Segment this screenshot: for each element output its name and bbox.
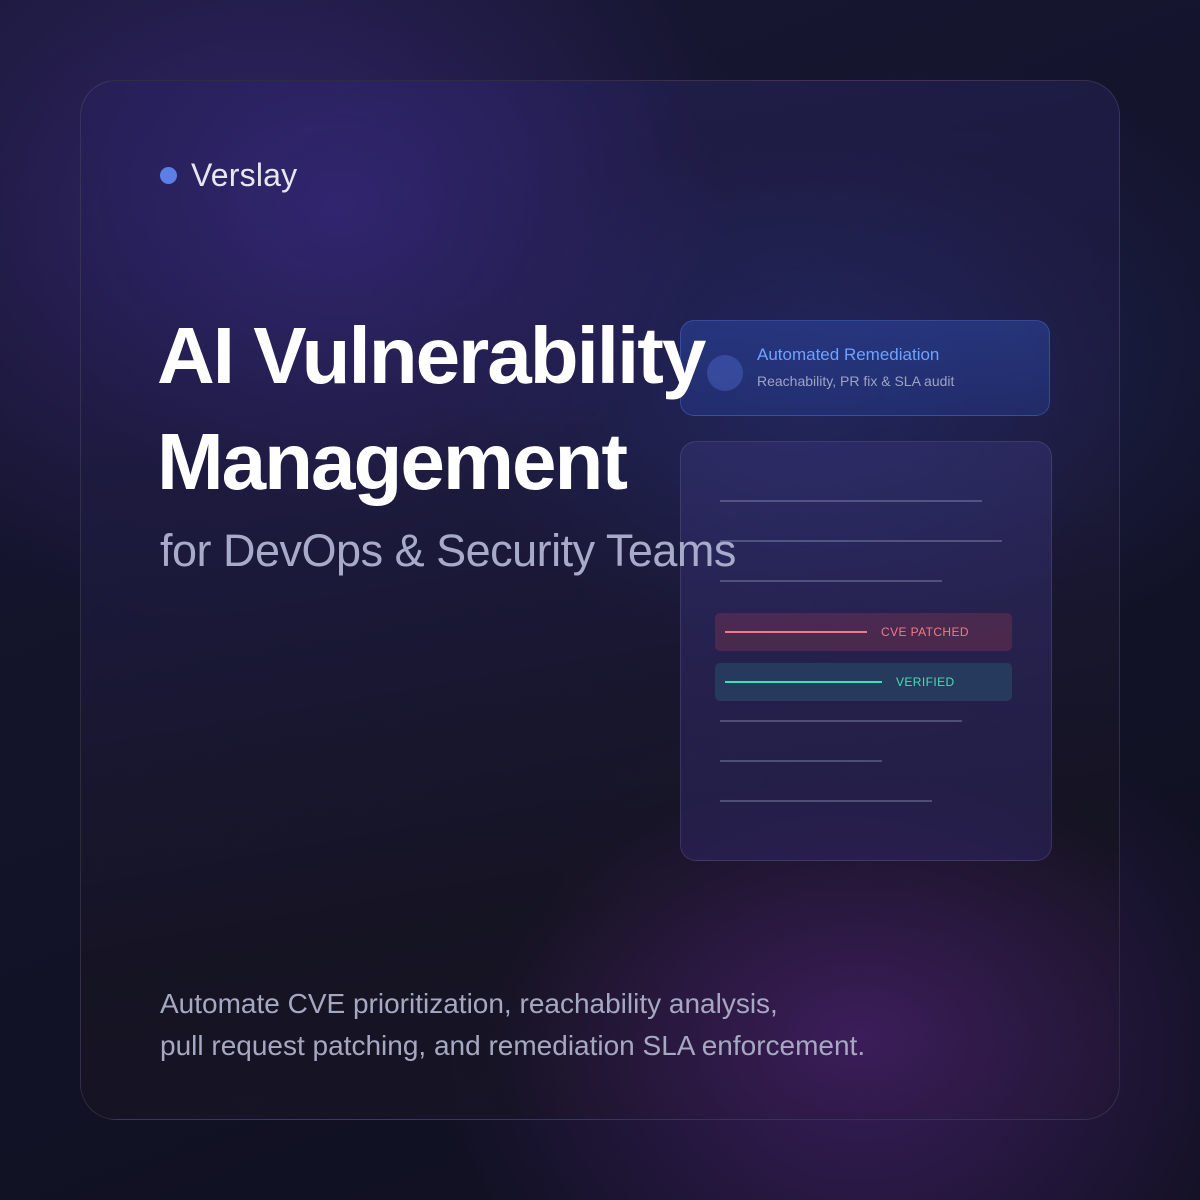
- document-panel: CVE PATCHED VERIFIED: [680, 441, 1052, 861]
- document-line: [720, 500, 982, 502]
- headline: AI Vulnerability Management: [157, 303, 706, 515]
- subheadline: for DevOps & Security Teams: [160, 525, 736, 576]
- document-line: [720, 720, 962, 722]
- brand: Verslay: [160, 157, 297, 194]
- remediation-description: Reachability, PR fix & SLA audit: [757, 373, 955, 389]
- headline-line-2: Management: [157, 417, 628, 506]
- status-label-cve-patched: CVE PATCHED: [881, 625, 969, 639]
- status-line: [725, 681, 882, 683]
- remediation-orb-icon: [707, 355, 743, 391]
- headline-line-1: AI Vulnerability: [157, 311, 706, 400]
- hero-card: Verslay AI Vulnerability Management for …: [80, 80, 1120, 1120]
- document-line: [720, 800, 932, 802]
- remediation-title: Automated Remediation: [757, 345, 940, 364]
- description-line-2: pull request patching, and remediation S…: [160, 1030, 866, 1061]
- document-line: [720, 540, 1002, 542]
- description-line-1: Automate CVE prioritization, reachabilit…: [160, 988, 778, 1019]
- status-line: [725, 631, 867, 633]
- status-label-verified: VERIFIED: [896, 675, 955, 689]
- remediation-card: Automated Remediation Reachability, PR f…: [680, 320, 1050, 416]
- status-row-verified: VERIFIED: [715, 663, 1012, 701]
- brand-name: Verslay: [191, 157, 298, 193]
- document-line: [720, 580, 942, 582]
- status-row-cve-patched: CVE PATCHED: [715, 613, 1012, 651]
- document-line: [720, 760, 882, 762]
- description: Automate CVE prioritization, reachabilit…: [160, 983, 865, 1067]
- brand-dot-icon: [160, 167, 177, 184]
